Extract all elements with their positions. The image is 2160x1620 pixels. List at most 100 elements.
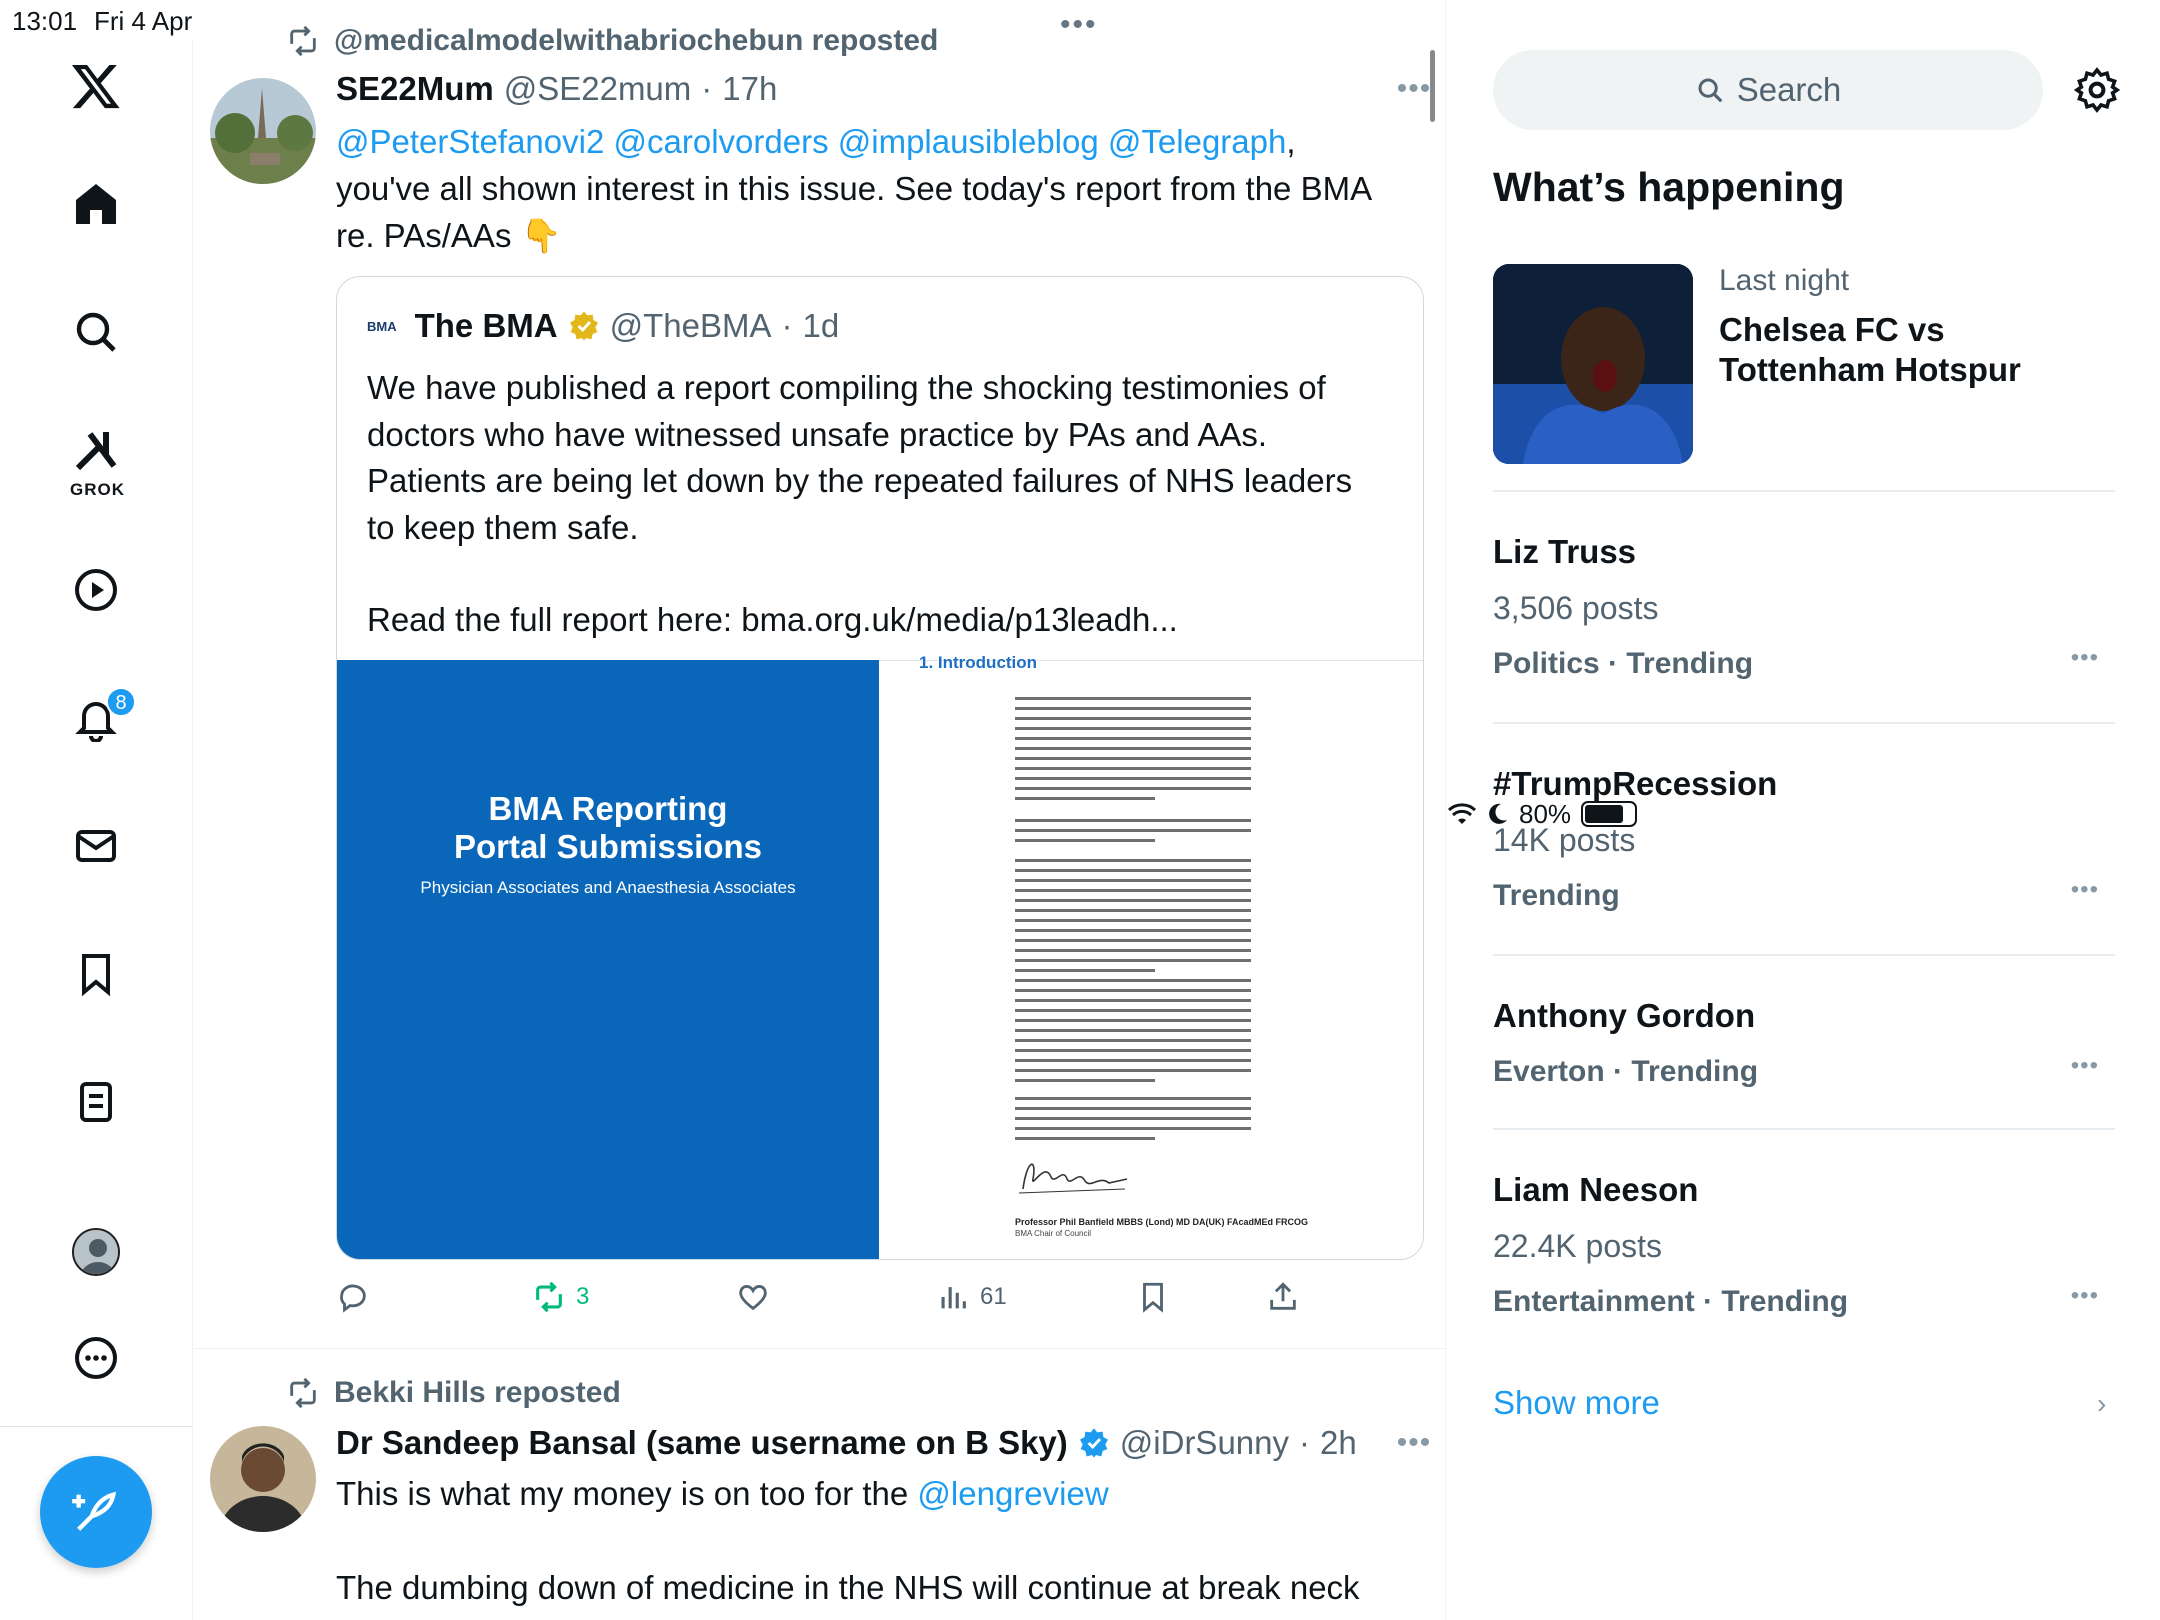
reply-button[interactable] (336, 1280, 370, 1314)
more-options-icon[interactable] (56, 1318, 136, 1398)
doc-text-line (1015, 767, 1251, 770)
report-page-image[interactable]: 1. Introduction Professor Phil Banfield … (879, 653, 1423, 1259)
repost-button[interactable]: 3 (532, 1280, 589, 1314)
quoted-author-name[interactable]: The BMA (415, 307, 558, 345)
tweet-text-line: The dumbing down of medicine in the NHS … (336, 1569, 1360, 1606)
settings-gear-icon[interactable] (2073, 66, 2121, 114)
trend-item[interactable]: #TrumpRecession 14K posts Trending ••• (1493, 764, 2115, 916)
doc-text-line (1015, 879, 1251, 882)
author-name[interactable]: Dr Sandeep Bansal (same username on B Sk… (336, 1424, 1068, 1462)
notification-badge: 8 (106, 687, 136, 717)
doc-text-line (1015, 1029, 1251, 1032)
views-button[interactable]: 61 (936, 1280, 1007, 1314)
bookmarks-icon[interactable] (56, 934, 136, 1014)
tweet-more-button[interactable]: ••• (1394, 1426, 1434, 1460)
bma-logo: BMA (367, 318, 397, 334)
trend-divider (1493, 722, 2115, 724)
bookmark-button[interactable] (1136, 1280, 1170, 1314)
home-icon[interactable] (56, 164, 136, 244)
doc-text-line (1015, 1127, 1251, 1130)
featured-trend-title: Chelsea FC vs Tottenham Hotspur (1719, 311, 2021, 388)
report-doc-heading: 1. Introduction (919, 653, 1038, 672)
signature-image (1018, 1163, 1128, 1194)
quoted-tweet-text: We have published a report compiling the… (367, 365, 1387, 644)
share-icon (1270, 1282, 1296, 1310)
trend-name: Liam Neeson (1493, 1171, 1699, 1208)
doc-text-line (1015, 1117, 1251, 1120)
doc-text-line (1015, 1019, 1251, 1022)
mention-link[interactable]: @PeterStefanovi2 (336, 123, 604, 160)
tweet-time[interactable]: 2h (1320, 1424, 1357, 1462)
trend-item[interactable]: Liam Neeson 22.4K posts Entertainment · … (1493, 1170, 2115, 1322)
trend-category: Trending (1493, 879, 1620, 912)
trend-item[interactable]: Anthony Gordon Everton · Trending ••• (1493, 996, 2115, 1092)
tweet-more-button[interactable]: ••• (1394, 72, 1434, 106)
tweet-text-line: re. PAs/AAs 👇 (336, 217, 562, 254)
trend-more-button[interactable]: ••• (2071, 876, 2099, 904)
trend-more-button[interactable]: ••• (2071, 1282, 2099, 1310)
feed-scrollbar[interactable] (1430, 50, 1435, 122)
author-handle[interactable]: @iDrSunny (1120, 1424, 1289, 1462)
video-icon[interactable] (56, 550, 136, 630)
author-name[interactable]: SE22Mum (336, 70, 494, 108)
doc-text-line (1015, 929, 1251, 932)
right-sidebar: Search What’s happening Last night Chels… (1447, 0, 2160, 1620)
search-icon (1698, 78, 1723, 103)
mention-link[interactable]: @carolvorders (614, 123, 829, 160)
repost-indicator: Bekki Hills reposted (286, 1376, 621, 1410)
doc-text-line (1015, 1049, 1251, 1052)
like-button[interactable] (736, 1280, 770, 1314)
quoted-author-handle[interactable]: @TheBMA (610, 307, 772, 345)
doc-text-line (1015, 939, 1251, 942)
quoted-tweet-link-line: Read the full report here: bma.org.uk/me… (367, 601, 1178, 638)
show-more-link[interactable]: Show more (1493, 1384, 1660, 1422)
mention-link[interactable]: @implausibleblog (838, 123, 1099, 160)
explore-search-icon[interactable] (56, 292, 136, 372)
doc-text-line (1015, 819, 1251, 822)
doc-text-line (1015, 1069, 1251, 1072)
tweet-time[interactable]: 17h (722, 70, 777, 108)
trend-name: Liz Truss (1493, 533, 1637, 570)
trend-posts: 22.4K posts (1493, 1228, 1662, 1264)
lists-icon[interactable] (56, 1062, 136, 1142)
doc-text-line (1015, 919, 1251, 922)
report-signatory: Professor Phil Banfield MBBS (Lond) MD D… (1015, 1217, 1309, 1227)
trend-name: #TrumpRecession (1493, 765, 1778, 802)
tweet-text-line: you've all shown interest in this issue.… (336, 170, 1373, 207)
trend-more-button[interactable]: ••• (2071, 1052, 2099, 1080)
trend-name: Anthony Gordon (1493, 997, 1756, 1034)
x-logo-icon[interactable] (56, 46, 136, 126)
trend-category: Everton · Trending (1493, 1055, 1759, 1088)
author-avatar[interactable] (210, 78, 316, 184)
trend-more-button[interactable]: ••• (2071, 644, 2099, 672)
trend-category: Politics · Trending (1493, 647, 1754, 680)
grok-icon[interactable] (56, 420, 136, 480)
messages-envelope-icon[interactable] (56, 806, 136, 886)
author-handle[interactable]: @SE22mum (504, 70, 692, 108)
views-count: 61 (980, 1283, 1007, 1310)
doc-text-line (1015, 859, 1251, 862)
tweet-text-line: This is what my money is on too for the (336, 1475, 918, 1512)
verified-gold-badge-icon (569, 311, 598, 341)
profile-avatar[interactable] (72, 1228, 120, 1276)
search-input[interactable]: Search (1493, 50, 2043, 130)
author-avatar[interactable] (210, 1426, 316, 1532)
compose-post-button[interactable] (40, 1456, 152, 1568)
trend-item[interactable]: Liz Truss 3,506 posts Politics · Trendin… (1493, 532, 2115, 684)
doc-text-line (1015, 1097, 1251, 1100)
status-time: 13:01 (12, 6, 78, 36)
mention-link[interactable]: @Telegraph (1108, 123, 1286, 160)
reply-icon (340, 1284, 366, 1313)
tweet-header: SE22Mum @SE22mum · 17h (336, 70, 778, 108)
report-cover-image[interactable]: BMA Reporting Portal Submissions Physicia… (337, 660, 879, 1259)
bookmark-icon (1143, 1282, 1163, 1313)
doc-text-line (1015, 1079, 1155, 1082)
tweet-actions: 3 61 (336, 1280, 1426, 1320)
doc-text-line (1015, 899, 1251, 902)
repost-by-text: @medicalmodelwithabriochebun reposted (334, 24, 939, 57)
quoted-tweet[interactable]: BMA The BMA @TheBMA · 1d We have publish… (336, 276, 1424, 1260)
featured-trend[interactable]: Last night Chelsea FC vs Tottenham Hotsp… (1493, 264, 2115, 489)
doc-text-line (1015, 697, 1251, 700)
mention-link[interactable]: @lengreview (917, 1475, 1108, 1512)
share-button[interactable] (1266, 1280, 1300, 1314)
